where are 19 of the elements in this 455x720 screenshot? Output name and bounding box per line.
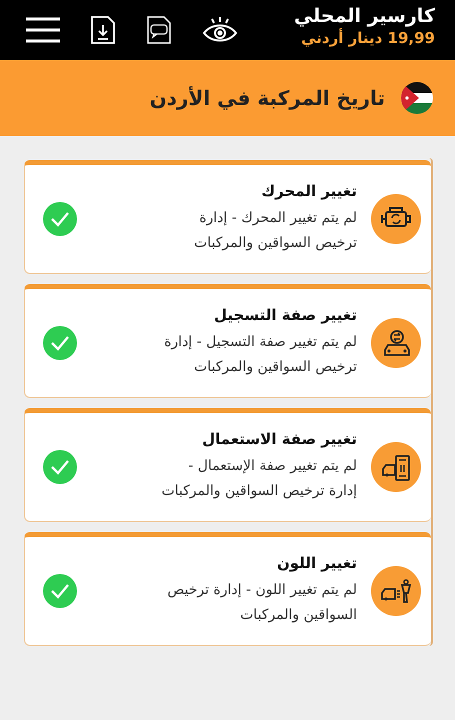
record-title: تغيير المحرك xyxy=(260,182,357,200)
record-description: لم يتم تغيير اللون - إدارة ترخيص السواقين والمركبات xyxy=(166,581,357,625)
record-title: تغيير صفة التسجيل xyxy=(213,306,357,324)
record-description: لم يتم تغيير صفة التسجيل - إدارة ترخيص السواقين والمركبات xyxy=(163,333,357,377)
record-title: تغيير اللون xyxy=(276,554,357,572)
record-description: لم يتم تغيير المحرك - إدارة ترخيص السواقين والمركبات xyxy=(193,209,357,253)
app-title: كارسير المحلي xyxy=(294,5,435,27)
page-title: تاريخ المركبة في الأردن xyxy=(150,86,385,110)
record-icon xyxy=(371,566,421,616)
record-icon xyxy=(371,194,421,244)
record-title: تغيير صفة الاستعمال xyxy=(201,430,357,448)
flag-icon xyxy=(401,82,433,114)
download-document-icon[interactable] xyxy=(90,15,116,45)
menu-icon[interactable] xyxy=(26,16,60,44)
message-document-icon[interactable] xyxy=(146,15,172,45)
record-icon xyxy=(371,318,421,368)
record-description: لم يتم تغيير صفة الإستعمال - إدارة ترخيص السواقين والمركبات xyxy=(160,457,357,501)
price-label: 19,99 دينار أردني xyxy=(301,27,435,49)
record-icon xyxy=(371,442,421,492)
